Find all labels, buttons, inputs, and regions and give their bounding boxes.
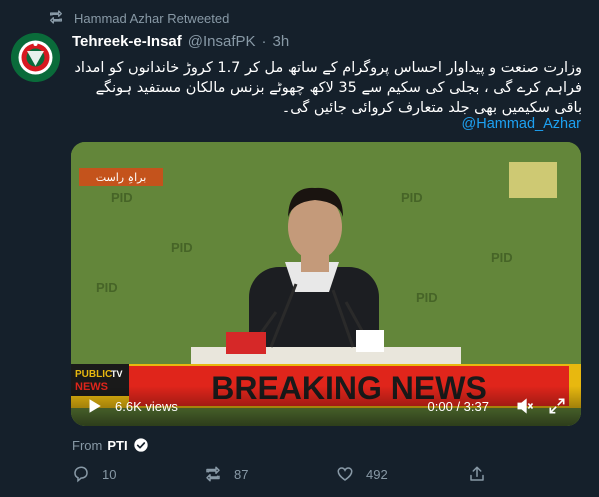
like-button[interactable]: 492 <box>336 465 468 483</box>
tweet-text-line: فراہم کرے گی ، بجلی کی سکیم سے 35 لاکھ چ… <box>95 80 582 96</box>
source-prefix: From <box>72 437 103 453</box>
retweet-icon <box>206 466 220 482</box>
retweet-count: 87 <box>234 466 249 482</box>
share-button[interactable] <box>468 465 486 483</box>
live-tag: براہِ راست <box>96 171 147 184</box>
backdrop-watermark: PID <box>416 290 438 305</box>
backdrop-watermark: PID <box>111 190 133 205</box>
pti-logo <box>11 33 60 82</box>
backdrop-watermark: PID <box>171 240 193 255</box>
tweet-text: وزارت صنعت و پیداوار احساس پروگرام کے سا… <box>72 58 582 118</box>
tweet-header: Tehreek-e-Insaf @InsafPK · 3h <box>72 33 289 50</box>
retweet-button[interactable]: 87 <box>204 465 336 483</box>
volume-icon[interactable] <box>515 396 535 416</box>
view-count: 6.6K views <box>115 398 178 414</box>
mention-link[interactable]: @Hammad_Azhar <box>462 116 581 132</box>
display-name[interactable]: Tehreek-e-Insaf <box>72 33 182 50</box>
tweet-text-line: باقی سکیمیں بھی جلد متعارف کروائی جائیں … <box>281 100 582 116</box>
header-separator: · <box>261 33 267 50</box>
avatar[interactable] <box>11 33 60 82</box>
user-handle[interactable]: @InsafPK <box>188 33 256 50</box>
video-frame: PID PID PID PID PID PID براہِ راست PUBLI… <box>71 142 581 426</box>
tweet-actions: 10 87 492 <box>72 465 502 483</box>
share-icon <box>470 466 484 481</box>
reply-icon <box>74 466 88 483</box>
fullscreen-icon[interactable] <box>547 396 567 416</box>
backdrop-watermark: PID <box>491 250 513 265</box>
play-icon[interactable] <box>85 397 103 415</box>
retweet-label: Hammad Azhar Retweeted <box>74 11 230 26</box>
retweet-context[interactable]: Hammad Azhar Retweeted <box>48 9 229 28</box>
tweet-text-line: وزارت صنعت و پیداوار احساس پروگرام کے سا… <box>74 60 582 76</box>
backdrop-watermark: PID <box>96 280 118 295</box>
video-time: 0:00 / 3:37 <box>427 398 489 414</box>
retweet-icon <box>48 9 64 28</box>
tweet-source: From PTI <box>72 437 149 453</box>
source-name[interactable]: PTI <box>107 438 127 453</box>
video-controls: 6.6K views 0:00 / 3:37 <box>71 386 581 426</box>
verified-badge-icon <box>133 438 148 452</box>
reply-button[interactable]: 10 <box>72 465 204 483</box>
channel-logo-top: PUBLIC <box>75 369 112 380</box>
channel-logo-tv: TV <box>111 369 123 379</box>
reply-count: 10 <box>102 466 117 482</box>
video-player[interactable]: PID PID PID PID PID PID براہِ راست PUBLI… <box>71 142 581 426</box>
backdrop-watermark: PID <box>401 190 423 205</box>
like-icon <box>337 467 353 481</box>
like-count: 492 <box>366 466 388 482</box>
tweet-timestamp[interactable]: 3h <box>273 33 290 50</box>
